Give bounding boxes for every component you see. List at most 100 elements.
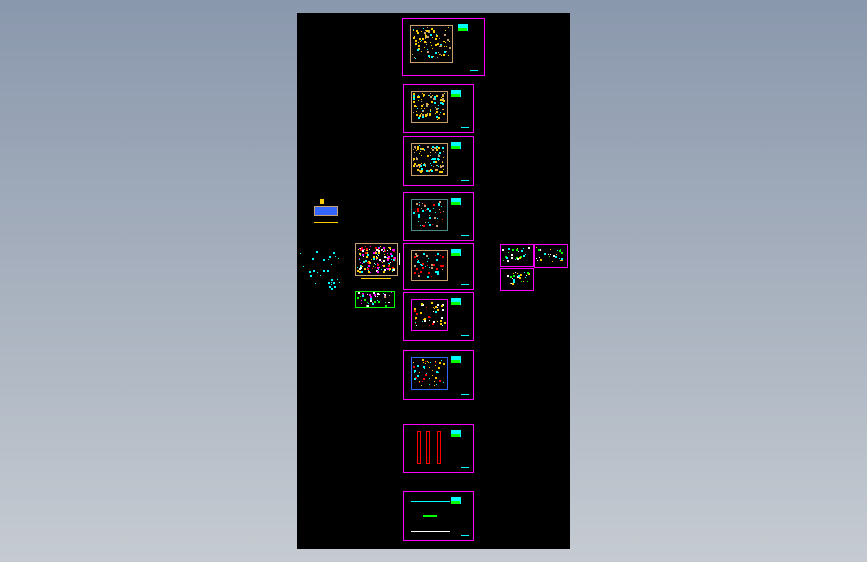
sheet-detail [517,272,519,274]
plan-element [439,158,441,160]
plan-element [436,268,439,270]
plan-element [416,253,418,255]
detail-element [310,274,313,277]
plan-element [413,365,416,368]
site-plan-element [376,271,379,274]
plan-element [435,110,438,113]
plan-element [429,210,432,213]
notes-block [451,434,461,437]
plan-element [441,256,444,259]
sheet-detail [511,254,514,257]
plan-element [413,362,415,364]
plan-element [428,223,431,226]
sheet-detail [559,248,561,250]
column-elevation [417,431,422,464]
plan-element [431,36,433,38]
plan-element [435,169,438,172]
plan-element [417,215,420,218]
plan-element [436,218,438,220]
title-block [461,180,470,181]
plan-element [417,32,420,35]
site-plan-element [358,252,361,255]
site-plan-element [363,267,366,270]
plan-element [430,266,433,269]
detail-element [327,259,329,261]
drawing-canvas[interactable] [297,13,570,549]
plan-element [438,380,441,383]
site-plan-element [375,263,377,265]
plan-element [438,51,440,53]
detail-element [331,264,333,266]
plan-element [435,310,438,313]
plan-element [419,204,421,206]
plan-element [441,219,443,221]
drawing-sheet[interactable] [403,491,474,541]
plan-element [441,164,444,167]
plan-element [429,154,431,156]
sheet-detail [521,250,524,253]
site-plan-element [377,246,379,248]
plan-element [430,100,433,103]
title-block [461,284,470,285]
sheet-detail [548,255,550,257]
plan-element [435,52,437,55]
site-plan-element [370,258,372,260]
elevation-element [372,303,375,306]
elevation-element [374,295,376,297]
sheet-detail [519,257,522,260]
site-plan-element [372,258,375,261]
plan-element [420,150,422,152]
plan-element [433,30,436,33]
plan-element [423,107,425,109]
plan-element [422,37,425,40]
site-plan-element [381,262,383,264]
plan-element [424,166,426,168]
plan-element [442,151,444,153]
detail-element [337,278,339,280]
site-plan-element [358,248,360,250]
plan-element [436,224,439,227]
plan-element [413,160,415,162]
plan-element [426,306,428,308]
plan-element [426,276,429,279]
site-plan-element [389,249,391,251]
plan-element [443,169,445,171]
plan-element [433,161,436,164]
plan-element [435,164,437,166]
plan-element [442,53,445,56]
plan-element [421,303,424,306]
plan-element [414,162,417,165]
plan-element [413,105,416,108]
plan-element [428,103,430,105]
sheet-detail [549,249,551,251]
plan-element [447,39,450,42]
plan-element [422,377,425,380]
plan-element [435,145,438,148]
detail-element [333,281,336,284]
plan-element [429,325,431,327]
plan-element [420,101,422,103]
plan-element [414,42,417,45]
site-plan-element [372,256,375,259]
elevation-element [371,302,373,304]
site-plan-element [357,270,360,273]
plan-element [433,102,436,105]
plan-element [413,98,416,101]
site-plan-element [382,264,385,267]
site-plan-element [359,257,361,259]
sheet-detail [502,249,505,252]
site-plan-element [380,268,382,270]
notes-block [451,94,461,97]
sheet-detail [507,275,510,278]
plan-element [429,319,431,321]
plan-element [423,27,425,29]
drawing-sheet[interactable] [534,244,568,268]
sheet-detail [525,274,527,276]
plan-element [426,29,429,32]
elevation-element [358,292,360,294]
sheet-detail [520,280,522,282]
sheet-detail [518,277,521,279]
site-plan-element [384,269,387,272]
plan-element [445,45,447,47]
site-plan-element [386,249,388,251]
